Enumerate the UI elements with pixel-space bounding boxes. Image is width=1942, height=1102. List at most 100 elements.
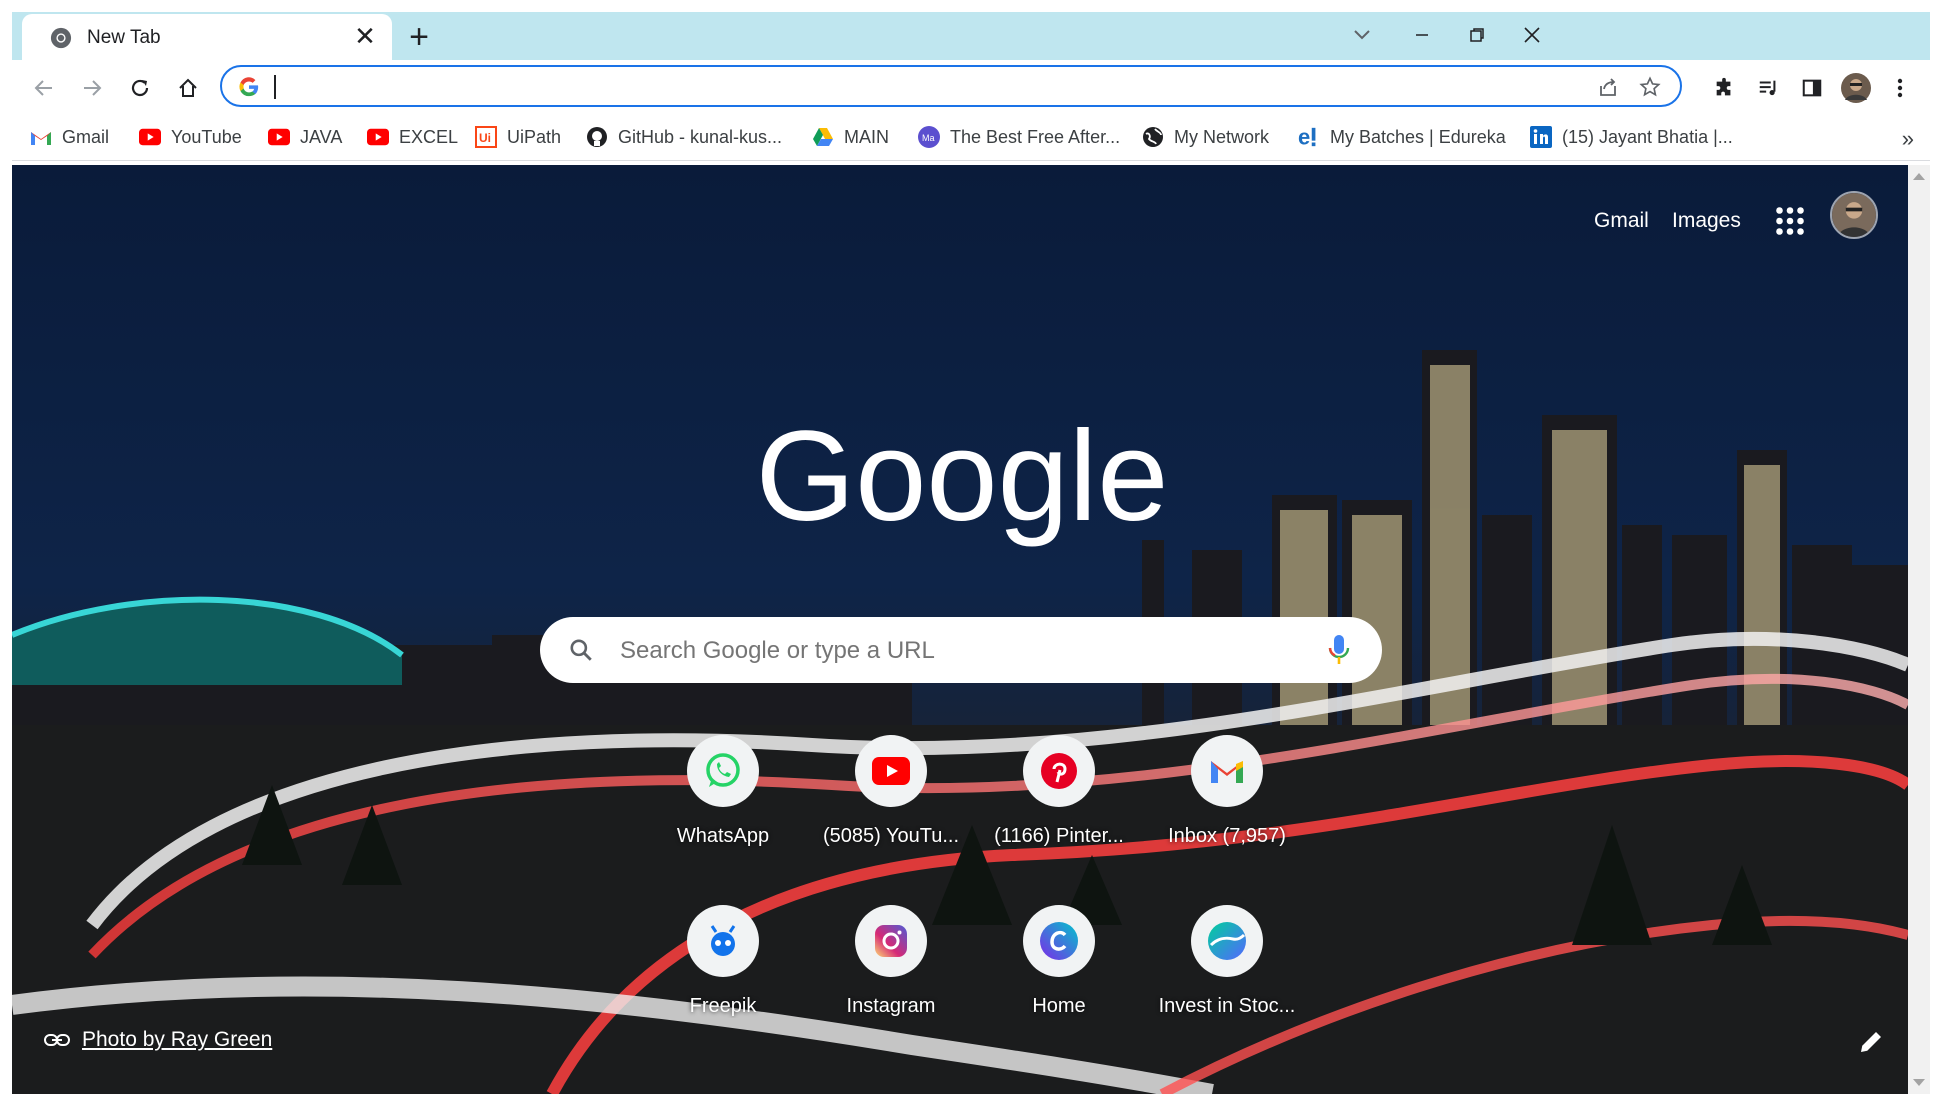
shortcut-label: Invest in Stoc... [1158,995,1296,1017]
youtube-icon [139,126,161,148]
bookmark-star-button[interactable] [1636,73,1664,101]
github-icon [586,126,608,148]
tab-close-button[interactable]: ✕ [352,21,378,51]
chrome-icon [50,27,72,49]
svg-text:Google: Google [756,405,1169,548]
bookmark-label: MAIN [844,126,889,147]
back-button[interactable] [26,70,62,106]
shortcut-icon-circle [855,735,927,807]
google-apps-icon[interactable] [1772,203,1808,239]
pinterest-icon [1041,753,1077,789]
address-input[interactable] [272,71,1576,103]
bookmark-gmail[interactable]: Gmail [30,124,109,150]
tab-strip: New Tab ✕ + [12,12,1930,60]
share-button[interactable] [1594,73,1622,101]
scroll-up-arrow-icon[interactable] [1913,173,1925,180]
playlist-icon [1759,80,1776,96]
bookmark-label: My Network [1174,126,1270,147]
photo-credit-link[interactable]: Photo by Ray Green [44,1028,272,1052]
forward-button[interactable] [74,70,110,106]
media-controls-button[interactable] [1750,70,1786,106]
reload-button[interactable] [122,70,158,106]
ma-icon: Ma [918,126,940,148]
side-panel-button[interactable] [1794,70,1830,106]
chevron-down-icon [1354,30,1370,40]
close-icon [1524,27,1540,43]
gmail-icon [30,126,52,148]
bookmark-excel[interactable]: EXCEL [367,124,458,150]
youtube-icon [367,126,389,148]
youtube-icon [268,126,290,148]
browser-window: New Tab ✕ + Gmail YouTube JAVA EXCEL Ui … [12,12,1930,1094]
shortcut-freepik[interactable]: Freepik [648,905,798,1065]
microphone-icon[interactable] [1328,634,1350,666]
shortcut-pinterest[interactable]: (1166) Pinter... [984,735,1134,895]
shortcut-gmail-inbox[interactable]: Inbox (7,957) [1152,735,1302,895]
bookmark-java[interactable]: JAVA [268,124,342,150]
tab-new-tab[interactable]: New Tab ✕ [22,14,392,60]
ntp-search-input[interactable] [618,632,1302,670]
shortcut-instagram[interactable]: Instagram [816,905,966,1065]
bookmark-label: UiPath [507,126,562,147]
bookmark-label: JAVA [300,126,343,147]
scroll-down-arrow-icon[interactable] [1913,1079,1925,1086]
bookmark-uipath[interactable]: Ui UiPath [475,124,561,150]
link-icon [44,1034,70,1046]
bookmark-edureka[interactable]: e My Batches | Edureka [1298,124,1506,150]
search-icon [570,639,592,661]
home-button[interactable] [170,70,206,106]
minimize-button[interactable] [1402,18,1442,52]
whatsapp-icon [706,753,740,787]
chrome-menu-button[interactable] [1882,70,1918,106]
tab-search-button[interactable] [1342,18,1382,52]
pencil-icon[interactable] [1856,1027,1886,1057]
uipath-icon: Ui [475,126,497,148]
extensions-button[interactable] [1706,70,1742,106]
restore-button[interactable] [1457,18,1497,52]
bookmark-label: Gmail [62,126,110,147]
shortcut-label: Freepik [689,995,757,1017]
shortcut-icon-circle [1191,905,1263,977]
side-panel-icon [1802,79,1822,97]
shortcut-icon-circle [1191,735,1263,807]
bookmark-github[interactable]: GitHub - kunal-kus... [586,124,782,150]
new-tab-button[interactable]: + [402,18,436,56]
close-window-button[interactable] [1512,18,1552,52]
bookmark-linkedin[interactable]: (15) Jayant Bhatia |... [1530,124,1733,150]
svg-text:e: e [1298,125,1310,149]
shortcut-home[interactable]: Home [984,905,1134,1065]
shortcut-label: WhatsApp [676,825,770,847]
bookmark-main[interactable]: MAIN [812,124,889,150]
images-link[interactable]: Images [1672,209,1741,233]
ntp-search-box[interactable] [540,617,1382,683]
kebab-menu-icon [1897,78,1903,98]
bookmarks-overflow-button[interactable]: » [1902,126,1914,152]
bookmark-youtube[interactable]: YouTube [139,124,242,150]
shortcut-invest-in-stocks[interactable]: Invest in Stoc... [1152,905,1302,1065]
star-icon [1639,76,1661,97]
account-avatar[interactable] [1830,191,1878,239]
new-tab-page: Gmail Images Google Search Google or typ… [12,165,1908,1094]
reload-icon [131,79,149,97]
shortcut-icon-circle [1023,905,1095,977]
bookmark-label: EXCEL [399,126,459,147]
youtube-icon [872,757,910,785]
tab-title: New Tab [87,27,161,48]
shortcut-youtube[interactable]: (5085) YouTu... [816,735,966,895]
google-g-icon [239,77,259,97]
address-bar[interactable] [220,65,1682,107]
shortcut-icon-circle [1023,735,1095,807]
gmail-link[interactable]: Gmail [1594,209,1649,233]
shortcut-whatsapp[interactable]: WhatsApp [648,735,798,895]
bookmark-my-network[interactable]: My Network [1142,124,1269,150]
shortcut-icon-circle [687,905,759,977]
page-scrollbar[interactable] [1908,165,1930,1094]
drive-icon [812,126,834,148]
bookmarks-bar: Gmail YouTube JAVA EXCEL Ui UiPath GitHu… [12,116,1930,161]
bookmark-label: GitHub - kunal-kus... [618,126,783,147]
google-logo: Google [756,405,1169,548]
profile-button[interactable] [1838,70,1874,106]
bookmark-label: The Best Free After... [950,126,1121,147]
bookmark-best-free-after[interactable]: Ma The Best Free After... [918,124,1120,150]
shortcut-label: Inbox (7,957) [1168,825,1286,847]
